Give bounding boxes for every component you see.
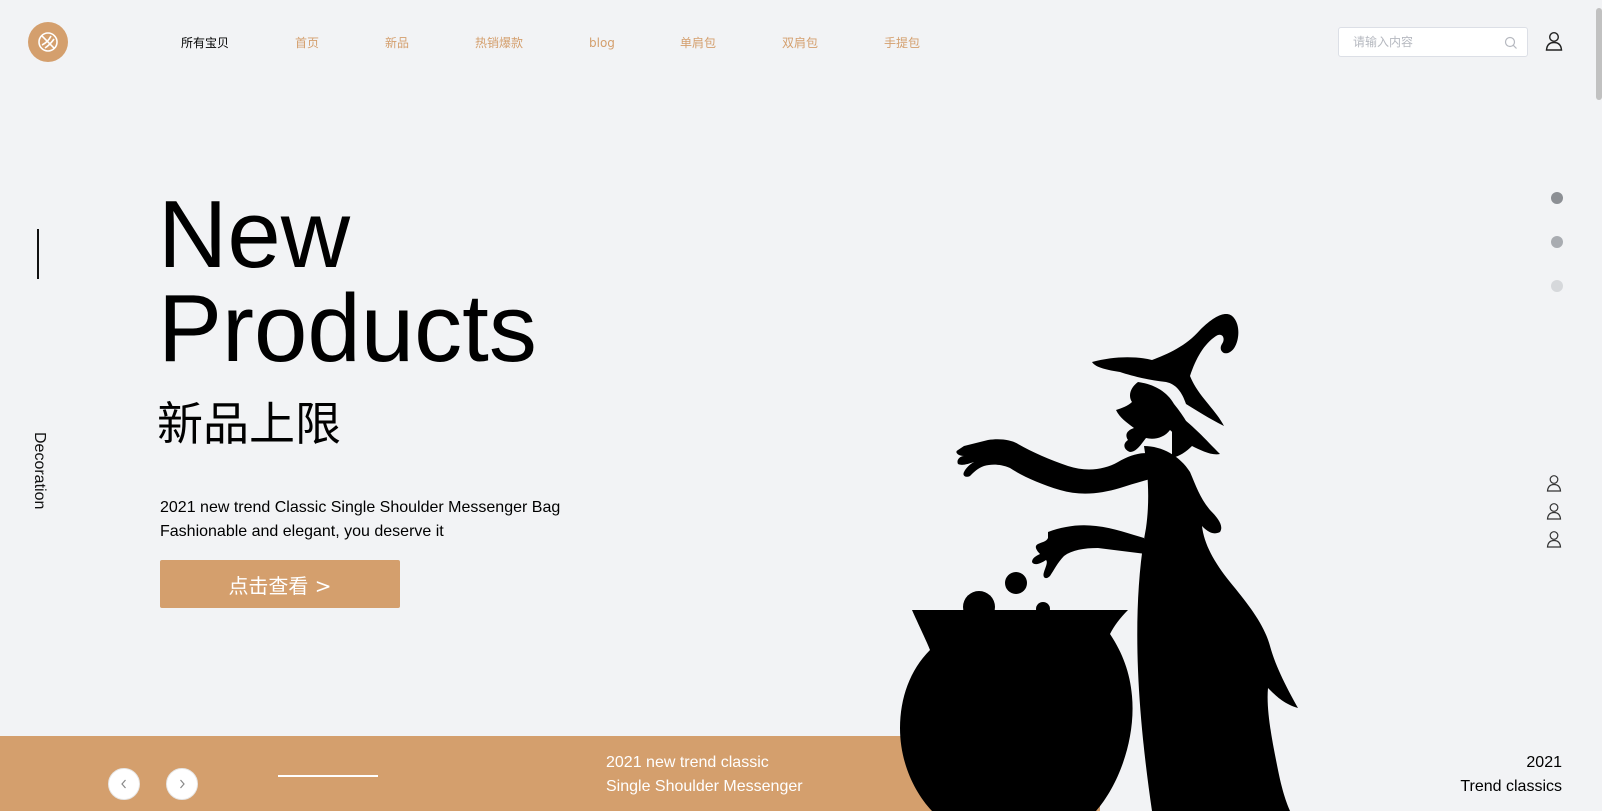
slide-caption-line-2: Single Shoulder Messenger — [606, 778, 803, 795]
nav-item-hot[interactable]: 热销爆款 — [475, 33, 523, 53]
hero-title-line-2: Products — [158, 275, 537, 382]
carousel-dot-2[interactable] — [1551, 236, 1563, 248]
logo[interactable] — [28, 22, 68, 62]
user-icon[interactable] — [1545, 31, 1563, 51]
user-icon[interactable] — [1546, 502, 1562, 520]
nav-item-backpack[interactable]: 双肩包 — [782, 33, 818, 53]
hero-title: New Products — [158, 181, 537, 382]
next-button[interactable] — [166, 768, 198, 800]
hero-subtitle: 新品上限 — [157, 397, 341, 451]
trend-label: 2021 Trend classics — [1460, 751, 1562, 799]
scrollbar-thumb[interactable] — [1596, 8, 1602, 100]
basketball-icon — [38, 32, 58, 52]
nav-item-home[interactable]: 首页 — [295, 33, 319, 53]
decoration-label: Decoration — [31, 432, 48, 510]
hero-description-line-2: Fashionable and elegant, you deserve it — [160, 523, 444, 540]
chevron-left-icon — [121, 779, 126, 789]
user-icon[interactable] — [1546, 474, 1562, 492]
trend-text: Trend classics — [1460, 778, 1562, 795]
search-icon[interactable] — [1504, 36, 1518, 50]
carousel-dot-1[interactable] — [1551, 192, 1563, 204]
user-icon[interactable] — [1546, 530, 1562, 548]
prev-button[interactable] — [108, 768, 140, 800]
witch-illustration — [900, 314, 1298, 811]
nav-item-new[interactable]: 新品 — [385, 33, 409, 53]
search-input[interactable] — [1339, 28, 1513, 56]
nav-item-blog[interactable]: blog — [589, 33, 615, 53]
slide-caption-line-1: 2021 new trend classic — [606, 754, 769, 771]
page: 所有宝贝 首页 新品 热销爆款 blog 单肩包 双肩包 手提包 Decorat… — [0, 0, 1602, 811]
scrollbar[interactable] — [1596, 0, 1602, 811]
nav-item-handbag[interactable]: 手提包 — [884, 33, 920, 53]
view-button[interactable]: 点击查看 > — [160, 560, 400, 608]
decoration-line — [37, 229, 39, 279]
carousel-dot-3[interactable] — [1551, 280, 1563, 292]
hero-title-line-1: New — [158, 181, 351, 288]
slide-caption: 2021 new trend classic Single Shoulder M… — [606, 751, 803, 799]
progress-line — [278, 775, 378, 777]
hero-description-line-1: 2021 new trend Classic Single Shoulder M… — [160, 499, 561, 516]
trend-year: 2021 — [1526, 754, 1562, 771]
chevron-right-icon — [180, 779, 185, 789]
search-box — [1338, 27, 1528, 57]
hero-description: 2021 new trend Classic Single Shoulder M… — [160, 496, 560, 544]
nav-item-shoulder-bag[interactable]: 单肩包 — [680, 33, 716, 53]
nav-item-all-products[interactable]: 所有宝贝 — [181, 33, 229, 53]
